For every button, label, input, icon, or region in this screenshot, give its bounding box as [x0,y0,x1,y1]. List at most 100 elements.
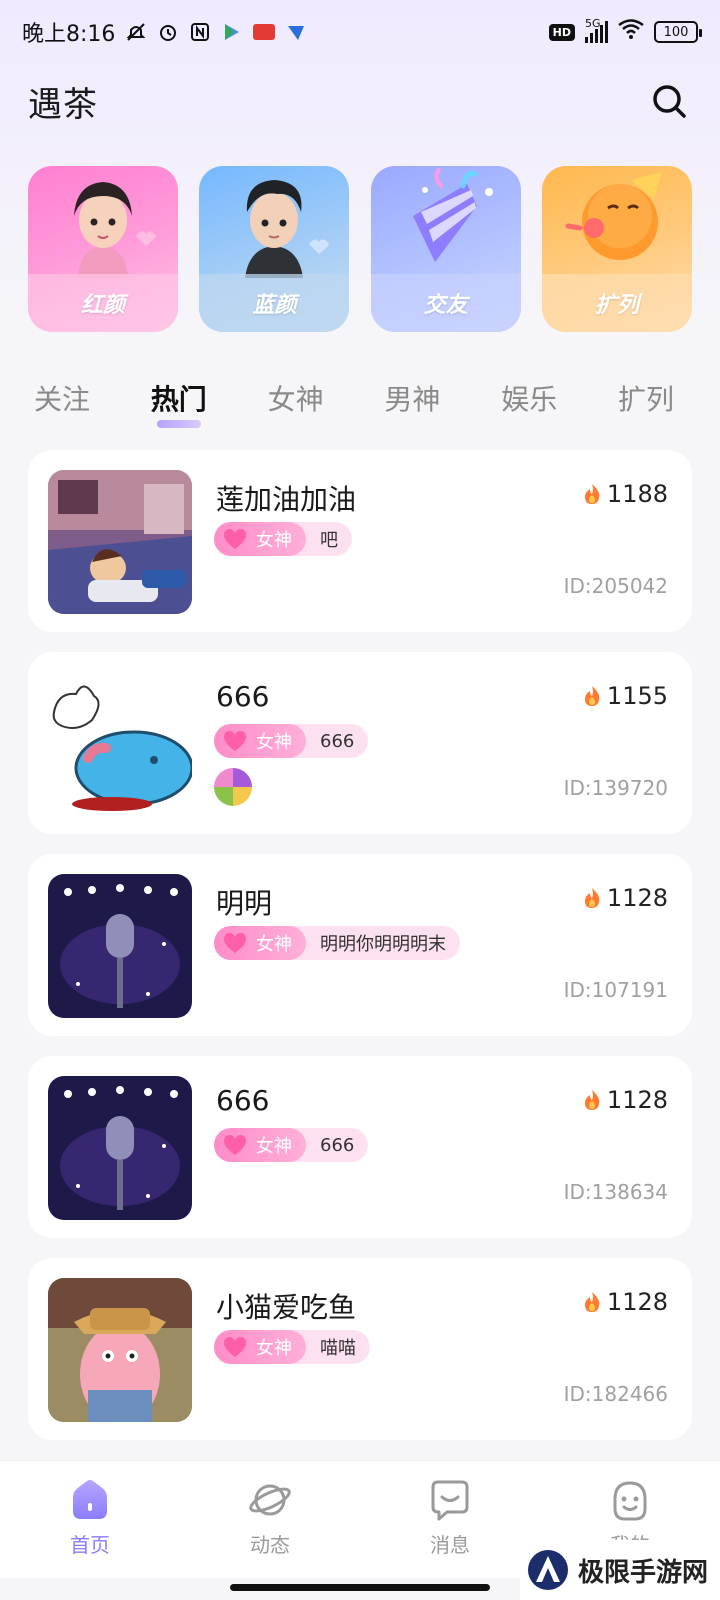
room-subtitle: 明明你明明明末 [320,934,446,955]
search-button[interactable] [646,78,692,124]
room-tabs: 关注 热门 女神 男神 娱乐 扩列 [34,370,674,428]
status-bar: 晚上8:16 HD 5G 100 [0,0,720,64]
nav-label: 动态 [250,1533,290,1557]
room-thumbnail [48,874,192,1018]
female-avatar-illustration [74,182,156,278]
category-label: 交友 [370,274,521,332]
mute-icon [125,21,147,43]
hd-badge: HD [548,23,575,41]
nav-label: 首页 [70,1533,110,1557]
watermark-logo-icon [528,1550,568,1590]
tab-label: 娱乐 [501,383,558,416]
wifi-icon [618,19,644,45]
room-thumbnail [48,470,192,614]
tab-label: 热门 [150,383,207,416]
flame-icon [584,1090,600,1110]
room-name: 666 [216,680,270,713]
room-heat: 1128 [581,884,668,912]
tab-label: 关注 [34,383,91,416]
tab-label: 扩列 [617,383,674,416]
profile-icon [613,1481,647,1521]
room-name: 666 [216,1084,270,1117]
category-tag: 女神 [214,522,306,556]
nav-messages[interactable]: 消息 [390,1477,510,1558]
party-popper-illustration [412,168,493,262]
room-thumbnail [48,672,192,816]
category-card-lanyan[interactable]: 蓝颜 [199,166,350,332]
tab-goddess[interactable]: 女神 [268,374,324,422]
watermark-text: 极限手游网 [578,1557,709,1588]
heat-value: 1128 [606,884,668,912]
member-avatar [214,768,252,806]
status-icons-right: HD 5G 100 [548,17,702,45]
alarm-icon [157,21,179,43]
flame-icon [584,686,600,706]
room-card[interactable]: 666 1155 女神 666 ID:139720 [28,652,692,834]
room-thumbnail [48,1278,192,1422]
room-id: ID:138634 [563,1180,668,1204]
heat-value: 1128 [606,1086,668,1114]
category-card-kuolie[interactable]: 扩列 [541,166,692,332]
room-tags: 女神 吧 [214,522,352,556]
tab-expand[interactable]: 扩列 [618,374,674,422]
search-icon [653,85,686,118]
nfc-icon [189,21,211,43]
news-app-icon [253,21,276,43]
room-card[interactable]: 666 1128 女神 666 ID:138634 [28,1056,692,1238]
room-subtitle: 吧 [320,530,338,551]
room-id: ID:182466 [563,1382,668,1406]
nav-label: 消息 [430,1533,470,1557]
flame-icon [584,888,600,908]
heart-icon [224,529,246,549]
tag-label: 女神 [256,732,292,753]
room-tags: 女神 666 [214,1128,369,1162]
room-subtitle: 666 [320,1134,355,1156]
room-tags: 女神 喵喵 [214,1330,370,1364]
male-avatar-illustration [245,180,330,278]
room-list: 莲加油加油 1188 女神 吧 ID:205042 666 1155 女神 66… [28,450,692,1460]
tab-follow[interactable]: 关注 [34,374,90,422]
battery-indicator: 100 [654,21,702,43]
room-thumbnail [48,1076,192,1220]
room-card[interactable]: 小猫爱吃鱼 1128 女神 喵喵 ID:182466 [28,1258,692,1440]
room-heat: 1155 [581,682,668,710]
room-id: ID:139720 [563,776,668,800]
category-tag: 女神 [214,1128,306,1162]
tab-hot[interactable]: 热门 [150,374,207,428]
room-name: 莲加油加油 [216,483,357,516]
nav-feed[interactable]: 动态 [210,1477,330,1558]
category-card-hongyan[interactable]: 红颜 [28,166,178,332]
room-heat: 1128 [581,1086,668,1114]
heart-icon [224,731,246,751]
category-tag: 女神 [214,926,306,960]
active-tab-indicator [156,420,201,428]
network-type: 5G [585,17,601,30]
status-icons-left [125,21,307,43]
flame-icon [584,484,600,504]
room-heat: 1128 [581,1288,668,1316]
message-icon [431,1480,469,1521]
category-cards: 红颜 蓝颜 交友 扩列 [28,166,692,334]
planet-icon [249,1484,291,1516]
room-id: ID:107191 [563,978,668,1002]
heat-value: 1155 [606,682,668,710]
tag-label: 女神 [256,1338,292,1359]
home-indicator [230,1584,490,1591]
heat-value: 1128 [606,1288,668,1316]
category-tag: 女神 [214,724,306,758]
category-card-jiaoyou[interactable]: 交友 [370,166,521,332]
party-face-illustration [565,172,662,260]
signal-icon: 5G [585,17,608,43]
category-label: 扩列 [541,274,692,332]
room-name: 小猫爱吃鱼 [216,1291,357,1324]
room-id: ID:205042 [563,574,668,598]
room-card[interactable]: 明明 1128 女神 明明你明明明末 ID:107191 [28,854,692,1036]
tab-label: 男神 [384,383,441,416]
room-card[interactable]: 莲加油加油 1188 女神 吧 ID:205042 [28,450,692,632]
tab-entertainment[interactable]: 娱乐 [501,374,557,422]
home-icon [73,1480,107,1519]
room-subtitle: 666 [320,730,355,752]
nav-home[interactable]: 首页 [30,1477,150,1558]
heart-icon [224,1135,246,1155]
tab-god[interactable]: 男神 [384,374,440,422]
